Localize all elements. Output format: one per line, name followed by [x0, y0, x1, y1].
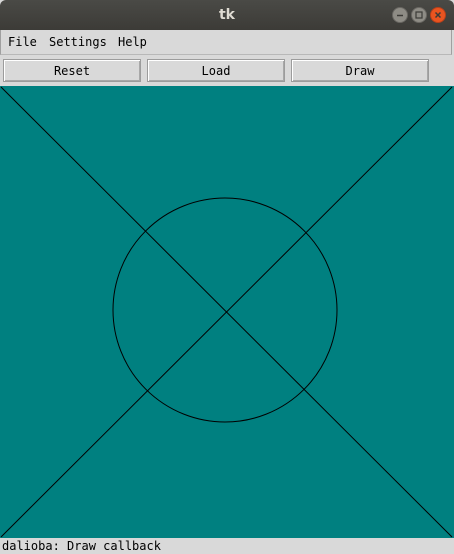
- maximize-icon: [415, 11, 423, 19]
- menu-help[interactable]: Help: [118, 30, 147, 55]
- menu-settings[interactable]: Settings: [49, 30, 107, 55]
- title-bar[interactable]: tk: [0, 0, 454, 30]
- reset-button[interactable]: Reset: [3, 59, 141, 82]
- window-title: tk: [218, 7, 235, 23]
- menu-bar: File Settings Help: [0, 30, 452, 55]
- status-text: dalioba: Draw callback: [2, 539, 161, 553]
- app-window: tk File Settings Help Reset Load Draw da…: [0, 0, 454, 554]
- canvas-drawing: [0, 86, 453, 538]
- status-bar: dalioba: Draw callback: [0, 538, 454, 554]
- close-icon: [434, 11, 442, 19]
- minimize-window-button[interactable]: [392, 7, 408, 23]
- close-window-button[interactable]: [430, 7, 446, 23]
- maximize-window-button[interactable]: [411, 7, 427, 23]
- minimize-icon: [397, 14, 403, 17]
- menu-file[interactable]: File: [8, 30, 37, 55]
- load-button[interactable]: Load: [147, 59, 285, 82]
- toolbar: Reset Load Draw: [0, 56, 454, 86]
- draw-button[interactable]: Draw: [291, 59, 429, 82]
- drawing-canvas[interactable]: [0, 86, 454, 538]
